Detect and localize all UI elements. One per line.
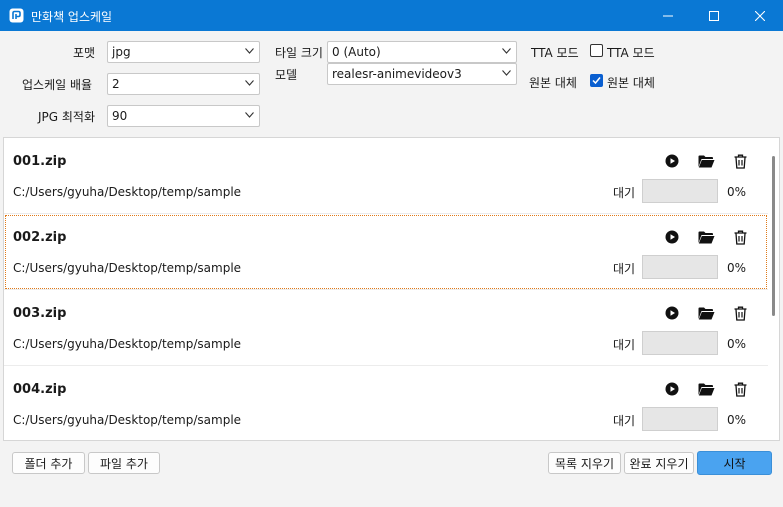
progress-bar	[642, 179, 718, 203]
format-value: jpg	[112, 45, 131, 59]
file-name: 002.zip	[13, 230, 67, 245]
trash-icon	[734, 382, 746, 397]
file-name: 001.zip	[13, 154, 67, 169]
play-button[interactable]	[662, 152, 682, 170]
status-text: 대기	[613, 414, 636, 428]
file-list: 001.zip C:/Users/gyuha/Desktop/temp/sampl…	[3, 137, 780, 441]
close-icon	[755, 10, 765, 21]
clear-list-button[interactable]: 목록 지우기	[548, 452, 621, 474]
replace-checkbox[interactable]	[590, 74, 603, 87]
file-name: 004.zip	[13, 382, 67, 397]
scale-select[interactable]: 2	[107, 73, 260, 95]
tta-label: TTA 모드	[531, 46, 579, 60]
progress-bar	[642, 407, 718, 431]
scrollbar[interactable]	[772, 156, 775, 316]
progress-bar	[642, 331, 718, 355]
scale-value: 2	[112, 77, 120, 91]
delete-button[interactable]	[730, 152, 750, 170]
title-bar: 만화책 업스케일	[0, 0, 783, 31]
options-panel: 포맷 jpg 업스케일 배율 2 JPG 최적화 90 타일 크기 0 (Aut…	[0, 31, 783, 137]
folder-open-icon	[698, 231, 714, 243]
folder-open-icon	[698, 155, 714, 167]
folder-open-icon	[698, 307, 714, 319]
file-path: C:/Users/gyuha/Desktop/temp/sample	[13, 261, 242, 275]
model-select[interactable]: realesr-animevideov3	[327, 63, 517, 85]
chevron-down-icon	[245, 80, 254, 86]
add-folder-button[interactable]: 폴더 추가	[12, 452, 85, 474]
file-name: 003.zip	[13, 306, 67, 321]
format-label: 포맷	[73, 46, 96, 60]
chevron-down-icon	[502, 70, 511, 76]
progress-percent: 0%	[727, 185, 747, 199]
progress-bar	[642, 255, 718, 279]
open-folder-button[interactable]	[696, 152, 716, 170]
progress-percent: 0%	[727, 337, 747, 351]
clear-done-button[interactable]: 완료 지우기	[624, 452, 694, 474]
checkmark-icon	[592, 77, 601, 85]
play-icon	[665, 154, 679, 168]
open-folder-button[interactable]	[696, 304, 716, 322]
tta-checkbox[interactable]	[590, 44, 603, 57]
maximize-icon	[709, 10, 719, 21]
app-icon	[9, 8, 24, 23]
tta-checkbox-label[interactable]: TTA 모드	[607, 44, 655, 61]
minimize-button[interactable]	[645, 0, 691, 31]
status-text: 대기	[613, 338, 636, 352]
replace-checkbox-label[interactable]: 원본 대체	[607, 74, 655, 91]
window-title: 만화책 업스케일	[31, 10, 113, 24]
list-item[interactable]: 003.zip C:/Users/gyuha/Desktop/temp/sampl…	[4, 290, 768, 366]
folder-open-icon	[698, 383, 714, 395]
tile-label: 타일 크기	[275, 46, 323, 60]
list-item[interactable]: 001.zip C:/Users/gyuha/Desktop/temp/sampl…	[4, 138, 768, 214]
trash-icon	[734, 230, 746, 245]
chevron-down-icon	[245, 48, 254, 54]
file-path: C:/Users/gyuha/Desktop/temp/sample	[13, 413, 242, 427]
open-folder-button[interactable]	[696, 380, 716, 398]
trash-icon	[734, 154, 746, 169]
jpg-value: 90	[112, 109, 128, 123]
jpg-quality-select[interactable]: 90	[107, 105, 260, 127]
play-icon	[665, 306, 679, 320]
play-button[interactable]	[662, 380, 682, 398]
scale-label: 업스케일 배율	[22, 78, 93, 92]
maximize-button[interactable]	[691, 0, 737, 31]
status-text: 대기	[613, 186, 636, 200]
file-path: C:/Users/gyuha/Desktop/temp/sample	[13, 337, 242, 351]
close-button[interactable]	[737, 0, 783, 31]
tile-value: 0 (Auto)	[332, 45, 381, 59]
delete-button[interactable]	[730, 228, 750, 246]
replace-label: 원본 대체	[529, 76, 577, 90]
chevron-down-icon	[245, 112, 254, 118]
status-text: 대기	[613, 262, 636, 276]
open-folder-button[interactable]	[696, 228, 716, 246]
trash-icon	[734, 306, 746, 321]
play-icon	[665, 230, 679, 244]
list-item[interactable]: 004.zip C:/Users/gyuha/Desktop/temp/sampl…	[4, 366, 768, 440]
delete-button[interactable]	[730, 380, 750, 398]
delete-button[interactable]	[730, 304, 750, 322]
model-label: 모델	[275, 68, 298, 82]
format-select[interactable]: jpg	[107, 41, 260, 63]
minimize-icon	[663, 15, 673, 16]
chevron-down-icon	[502, 48, 511, 54]
jpg-label: JPG 최적화	[38, 110, 96, 124]
model-value: realesr-animevideov3	[332, 67, 462, 81]
play-button[interactable]	[662, 304, 682, 322]
play-icon	[665, 382, 679, 396]
progress-percent: 0%	[727, 261, 747, 275]
tile-select[interactable]: 0 (Auto)	[327, 41, 517, 63]
file-path: C:/Users/gyuha/Desktop/temp/sample	[13, 185, 242, 199]
list-item[interactable]: 002.zip C:/Users/gyuha/Desktop/temp/sampl…	[4, 214, 768, 290]
add-file-button[interactable]: 파일 추가	[88, 452, 160, 474]
play-button[interactable]	[662, 228, 682, 246]
start-button[interactable]: 시작	[697, 451, 772, 475]
progress-percent: 0%	[727, 413, 747, 427]
